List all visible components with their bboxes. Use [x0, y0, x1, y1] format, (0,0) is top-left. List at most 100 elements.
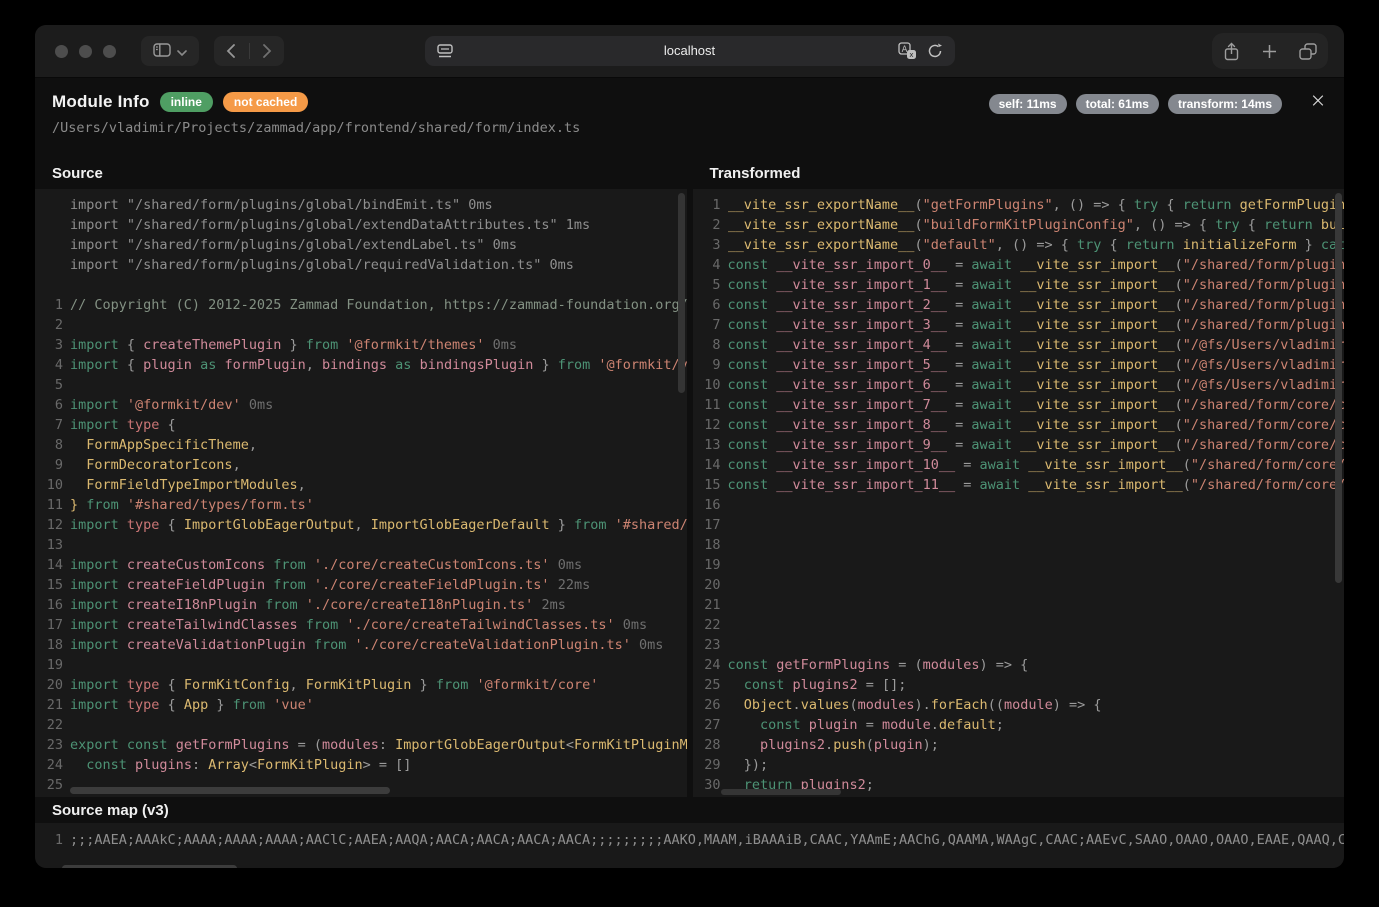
module-file-path: /Users/vladimir/Projects/zammad/app/fron…: [52, 120, 1344, 136]
line-number: 15: [35, 575, 63, 595]
code-line: 21: [693, 595, 1345, 615]
code-panels: Source import "/shared/form/plugins/glob…: [35, 159, 1344, 797]
code-line: 1;;;AAEA;AAAkC;AAAA;AAAA;AAAA;AAClC;AAEA…: [35, 830, 1344, 850]
line-number: [35, 275, 63, 295]
code-line: import "/shared/form/plugins/global/exte…: [35, 215, 687, 235]
code-line: 23export const getFormPlugins = (modules…: [35, 735, 687, 755]
address-bar[interactable]: localhost Ax: [425, 36, 955, 66]
transformed-vertical-scrollbar[interactable]: [1335, 193, 1342, 583]
line-number: 11: [693, 395, 721, 415]
svg-text:A: A: [901, 45, 907, 55]
code-line: 17: [693, 515, 1345, 535]
zoom-window-icon[interactable]: [103, 45, 116, 58]
translate-icon[interactable]: Ax: [898, 42, 917, 65]
line-number: 21: [35, 695, 63, 715]
line-number: 2: [35, 315, 63, 335]
code-line: 19: [35, 655, 687, 675]
transformed-code-area: 1__vite_ssr_exportName__("getFormPlugins…: [693, 189, 1345, 797]
back-button[interactable]: [214, 36, 249, 66]
line-number: 5: [35, 375, 63, 395]
line-number: 17: [35, 615, 63, 635]
code-line: 22: [693, 615, 1345, 635]
inline-badge: inline: [160, 92, 213, 112]
source-panel: Source import "/shared/form/plugins/glob…: [35, 159, 687, 797]
line-number: 16: [693, 495, 721, 515]
line-number: 30: [693, 775, 721, 795]
code-line: 7import type {: [35, 415, 687, 435]
line-number: 1: [35, 830, 63, 850]
line-number: 8: [693, 335, 721, 355]
code-line: 29 });: [693, 755, 1345, 775]
code-line: 5const __vite_ssr_import_1__ = await __v…: [693, 275, 1345, 295]
code-line: 4import { plugin as formPlugin, bindings…: [35, 355, 687, 375]
reload-icon[interactable]: [927, 43, 943, 64]
new-tab-button[interactable]: [1262, 44, 1277, 59]
line-number: 17: [693, 515, 721, 535]
line-number: 18: [35, 635, 63, 655]
code-line: 6const __vite_ssr_import_2__ = await __v…: [693, 295, 1345, 315]
code-line: 5: [35, 375, 687, 395]
source-panel-title: Source: [35, 159, 687, 189]
sourcemap-horizontal-scrollbar[interactable]: [62, 865, 237, 868]
code-line: 16: [693, 495, 1345, 515]
line-number: [35, 195, 63, 215]
line-number: 21: [693, 595, 721, 615]
code-line: 2__vite_ssr_exportName__("buildFormKitPl…: [693, 215, 1345, 235]
line-number: 6: [693, 295, 721, 315]
code-line: [35, 275, 687, 295]
minimize-window-icon[interactable]: [79, 45, 92, 58]
line-number: 14: [693, 455, 721, 475]
line-number: [35, 255, 63, 275]
close-window-icon[interactable]: [55, 45, 68, 58]
line-number: 20: [693, 575, 721, 595]
line-number: 24: [35, 755, 63, 775]
code-line: 28 plugins2.push(plugin);: [693, 735, 1345, 755]
traffic-lights: [55, 45, 116, 58]
line-number: 6: [35, 395, 63, 415]
close-button[interactable]: [1306, 88, 1330, 112]
transformed-panel: Transformed 1__vite_ssr_exportName__("ge…: [693, 159, 1345, 797]
code-line: 6import '@formkit/dev' 0ms: [35, 395, 687, 415]
transformed-panel-title: Transformed: [693, 159, 1345, 189]
tabs-overview-button[interactable]: [1299, 43, 1317, 60]
line-number: 4: [693, 255, 721, 275]
code-line: 17import createTailwindClasses from './c…: [35, 615, 687, 635]
share-button[interactable]: [1223, 42, 1240, 61]
code-line: 12import type { ImportGlobEagerOutput, I…: [35, 515, 687, 535]
code-line: 8 FormAppSpecificTheme,: [35, 435, 687, 455]
code-line: 3__vite_ssr_exportName__("default", () =…: [693, 235, 1345, 255]
code-line: 23: [693, 635, 1345, 655]
line-number: 20: [35, 675, 63, 695]
line-number: 11: [35, 495, 63, 515]
line-number: 9: [693, 355, 721, 375]
code-line: 15const __vite_ssr_import_11__ = await _…: [693, 475, 1345, 495]
transformed-horizontal-scrollbar[interactable]: [721, 789, 841, 795]
line-number: 26: [693, 695, 721, 715]
code-line: 12const __vite_ssr_import_8__ = await __…: [693, 415, 1345, 435]
source-code-area: import "/shared/form/plugins/global/bind…: [35, 189, 687, 797]
line-number: 7: [693, 315, 721, 335]
forward-button[interactable]: [250, 36, 285, 66]
sourcemap-code-area: 1;;;AAEA;AAAkC;AAAA;AAAA;AAAA;AAClC;AAEA…: [35, 823, 1344, 868]
line-number: 25: [693, 675, 721, 695]
line-number: 14: [35, 555, 63, 575]
line-number: 13: [35, 535, 63, 555]
code-line: 14const __vite_ssr_import_10__ = await _…: [693, 455, 1345, 475]
line-number: 22: [693, 615, 721, 635]
sidebar-toggle-button[interactable]: [141, 36, 199, 66]
line-number: 18: [693, 535, 721, 555]
code-line: 1__vite_ssr_exportName__("getFormPlugins…: [693, 195, 1345, 215]
source-vertical-scrollbar[interactable]: [678, 193, 685, 393]
line-number: [35, 235, 63, 255]
toolbar-right-group: [1212, 33, 1328, 69]
code-line: 20: [693, 575, 1345, 595]
line-number: 23: [35, 735, 63, 755]
code-line: 18import createValidationPlugin from './…: [35, 635, 687, 655]
line-number: 1: [693, 195, 721, 215]
self-time-badge: self: 11ms: [989, 94, 1067, 114]
code-line: 13const __vite_ssr_import_9__ = await __…: [693, 435, 1345, 455]
source-horizontal-scrollbar[interactable]: [70, 787, 390, 794]
code-line: 1// Copyright (C) 2012-2025 Zammad Found…: [35, 295, 687, 315]
code-line: 10 FormFieldTypeImportModules,: [35, 475, 687, 495]
line-number: 9: [35, 455, 63, 475]
